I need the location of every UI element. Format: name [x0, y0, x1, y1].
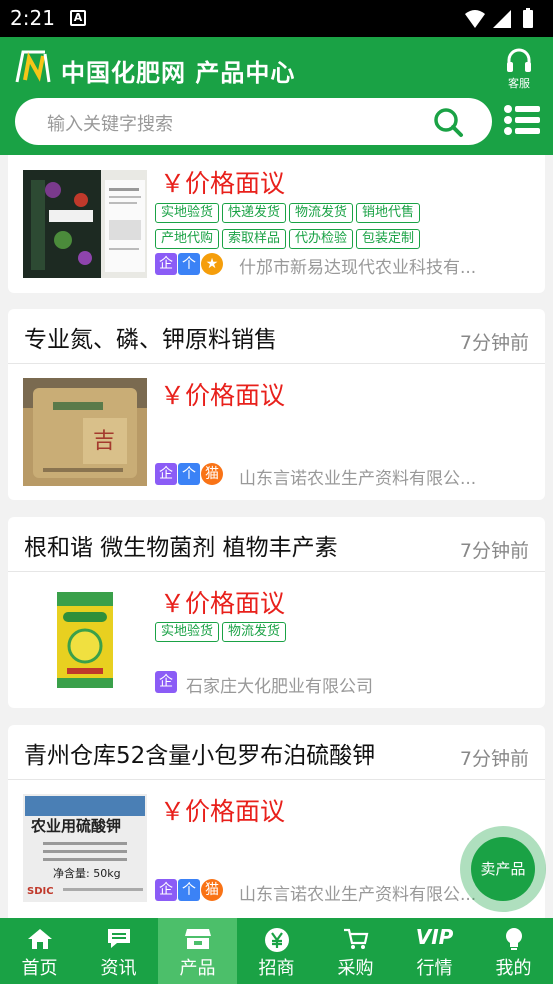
nav-label: 招商 — [258, 958, 295, 979]
chat-icon — [107, 929, 130, 948]
nav-label: 产品 — [179, 958, 216, 979]
fertilizer-bag-image: 农业用硫酸钾 净含量: 50kg SDIC — [23, 794, 147, 902]
svg-text:吉: 吉 — [93, 429, 115, 454]
home-icon — [27, 929, 52, 949]
category-list-icon[interactable] — [504, 105, 540, 135]
tmall-badge-icon: 猫 — [201, 463, 223, 485]
product-price: ￥价格面议 — [160, 589, 286, 618]
seller-badges: 企个猫 — [155, 463, 224, 487]
yen-icon — [264, 928, 289, 952]
status-time: 2:21 — [10, 6, 55, 30]
product-card[interactable]: 根和谐 微生物菌剂 植物丰产素 7分钟前 ￥价格面议 实地验货 物流发货 企 石家… — [8, 517, 545, 708]
logo-icon — [15, 50, 51, 83]
personal-badge-icon: 个 — [178, 463, 200, 485]
seller-badges: 企 — [155, 671, 178, 695]
search-placeholder: 输入关键字搜索 — [47, 114, 173, 135]
nav-label: 行情 — [416, 958, 453, 979]
service-tag: 销地代售 — [356, 203, 421, 223]
nav-mine[interactable]: 我的 — [474, 918, 553, 984]
nav-investment[interactable]: 招商 — [237, 918, 316, 984]
nav-label: 采购 — [337, 958, 374, 979]
post-time: 7分钟前 — [459, 748, 529, 770]
service-tags: 实地验货 快递发货 物流发货 销地代售产地代购 索取样品 代办检验 包装定制 — [155, 201, 485, 253]
product-price: ￥价格面议 — [160, 381, 286, 410]
service-tag: 物流发货 — [289, 203, 354, 223]
card-header: 根和谐 微生物菌剂 植物丰产素 7分钟前 — [8, 517, 545, 572]
seller-badges: 企个 ★ — [155, 253, 224, 277]
bag-brand: SDIC — [27, 886, 54, 897]
product-thumbnail: 吉 — [23, 378, 147, 486]
post-time: 7分钟前 — [459, 332, 529, 354]
service-tag: 物流发货 — [222, 622, 287, 642]
service-tags: 实地验货 物流发货 — [155, 620, 485, 646]
product-thumbnail: 农业用硫酸钾 净含量: 50kg SDIC — [23, 794, 147, 902]
post-time: 7分钟前 — [459, 540, 529, 562]
nav-products[interactable]: 产品 — [158, 918, 237, 984]
product-title: 青州仓库52含量小包罗布泊硫酸钾 — [24, 743, 376, 769]
nav-label: 资讯 — [100, 958, 137, 979]
fertilizer-bag-image — [23, 170, 145, 278]
company-name: 石家庄大化肥业有限公司 — [186, 677, 373, 697]
enterprise-badge-icon: 企 — [155, 879, 177, 901]
nav-label: 我的 — [495, 958, 532, 979]
fertilizer-bag-image: 吉 — [23, 378, 147, 486]
cart-icon — [343, 928, 368, 949]
bulb-icon — [505, 928, 522, 950]
company-name: 山东言诺农业生产资料有限公... — [239, 469, 477, 489]
service-tag: 实地验货 — [155, 622, 220, 642]
personal-badge-icon: 个 — [178, 253, 200, 275]
seller-badges: 企个猫 — [155, 879, 224, 903]
service-tag: 快递发货 — [222, 203, 287, 223]
card-header: 专业氮、磷、钾原料销售 7分钟前 — [8, 309, 545, 364]
headset-icon — [507, 48, 531, 72]
personal-badge-icon: 个 — [178, 879, 200, 901]
product-title: 专业氮、磷、钾原料销售 — [24, 327, 277, 353]
enterprise-badge-icon: 企 — [155, 671, 177, 693]
bag-title: 农业用硫酸钾 — [30, 817, 121, 835]
system-status-icons — [465, 8, 533, 28]
fertilizer-bag-image — [57, 592, 113, 688]
enterprise-badge-icon: 企 — [155, 253, 177, 275]
service-tag: 包装定制 — [356, 229, 421, 249]
service-tag: 索取样品 — [222, 229, 287, 249]
product-thumbnail — [23, 170, 147, 278]
sell-product-button[interactable]: 卖产品 — [460, 826, 546, 912]
notification-a-icon: A — [70, 10, 86, 26]
service-label: 客服 — [508, 77, 530, 90]
bottom-nav: 首页 资讯 产品 招商 采购 VIP 行情 我的 — [0, 918, 553, 984]
company-name: 什邡市新易达现代农业科技有... — [239, 258, 477, 278]
search-input[interactable]: 输入关键字搜索 — [15, 98, 492, 145]
service-tag: 产地代购 — [155, 229, 220, 249]
tmall-badge-icon: 猫 — [201, 879, 223, 901]
star-badge-icon: ★ — [201, 253, 223, 275]
customer-service-button[interactable]: 客服 — [499, 48, 539, 92]
vip-icon: VIP — [415, 925, 454, 949]
service-tag: 代办检验 — [289, 229, 354, 249]
store-icon — [184, 929, 211, 949]
product-title: 根和谐 微生物菌剂 植物丰产素 — [24, 535, 338, 561]
page-title: 中国化肥网 产品中心 — [61, 59, 296, 87]
app-header: 中国化肥网 产品中心 客服 输入关键字搜索 — [0, 37, 553, 155]
product-price: ￥价格面议 — [160, 797, 286, 826]
service-tag: 实地验货 — [155, 203, 220, 223]
product-price: ￥价格面议 — [160, 169, 286, 198]
nav-home[interactable]: 首页 — [0, 918, 79, 984]
product-card[interactable]: 专业氮、磷、钾原料销售 7分钟前 吉 ￥价格面议 企个猫 山东言诺农业生产资料有… — [8, 309, 545, 500]
product-thumbnail — [23, 586, 147, 694]
company-name: 山东言诺农业生产资料有限公... — [239, 885, 477, 905]
product-list: ￥价格面议 实地验货 快递发货 物流发货 销地代售产地代购 索取样品 代办检验 包装定制 企… — [0, 155, 553, 918]
nav-purchase[interactable]: 采购 — [316, 918, 395, 984]
card-header: 青州仓库52含量小包罗布泊硫酸钾 7分钟前 — [8, 725, 545, 780]
search-icon[interactable] — [432, 106, 464, 138]
nav-label: 首页 — [21, 958, 58, 979]
enterprise-badge-icon: 企 — [155, 463, 177, 485]
bag-weight: 净含量: 50kg — [53, 866, 121, 880]
sell-product-label: 卖产品 — [471, 837, 535, 901]
status-bar: 2:21 A — [0, 0, 553, 37]
product-card[interactable]: ￥价格面议 实地验货 快递发货 物流发货 销地代售产地代购 索取样品 代办检验 包装定制 企… — [8, 155, 545, 293]
nav-market[interactable]: VIP 行情 — [395, 918, 474, 984]
nav-news[interactable]: 资讯 — [79, 918, 158, 984]
